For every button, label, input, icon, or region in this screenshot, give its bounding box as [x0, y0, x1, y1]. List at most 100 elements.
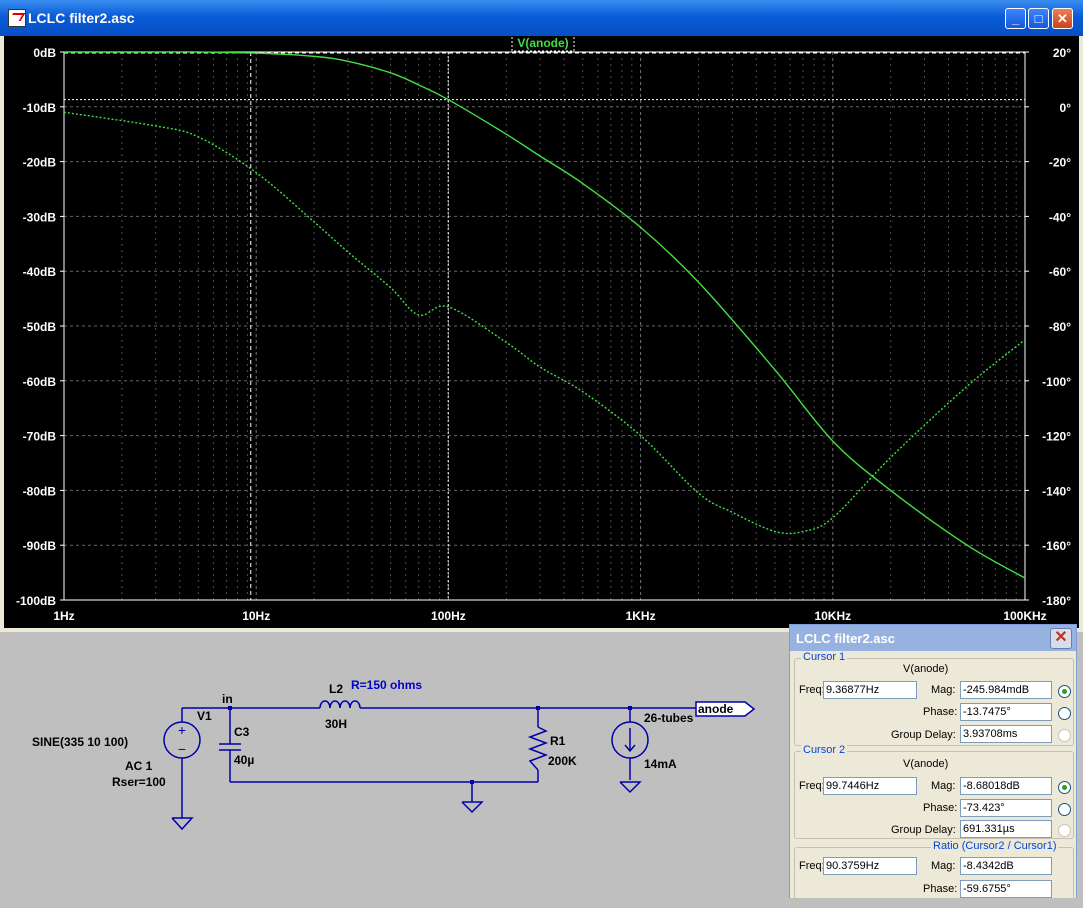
c3-name[interactable]: C3: [234, 725, 250, 739]
cursor2-gd-radio[interactable]: [1058, 824, 1071, 837]
cursor-window: LCLC filter2.asc ✕ Cursor 1 V(anode) Fre…: [789, 624, 1077, 908]
ratio-group-label: Ratio (Cursor2 / Cursor1): [931, 840, 1059, 852]
cursor1-group-label: Cursor 1: [801, 651, 848, 663]
plot-window-titlebar[interactable]: LCLC filter2.asc _ □ ✕: [0, 0, 1083, 36]
cursor1-gd-radio[interactable]: [1058, 729, 1071, 742]
cursor1-mag-radio[interactable]: [1058, 685, 1071, 698]
l2-series-resistance[interactable]: R=150 ohms: [351, 678, 422, 692]
cursor2-gd-field[interactable]: 691.331µs: [960, 820, 1052, 838]
y-tick-label-left: -10dB: [23, 101, 57, 115]
cursor2-group-label: Cursor 2: [801, 744, 848, 756]
y-tick-label-right: -100°: [1042, 375, 1071, 389]
cursor-window-title: LCLC filter2.asc: [796, 631, 895, 646]
magnitude-trace: [63, 51, 1026, 579]
cursor2-mag-field[interactable]: -8.68018dB: [960, 777, 1052, 795]
cursor-window-close-button[interactable]: ✕: [1050, 628, 1072, 649]
y-tick-label-left: -60dB: [23, 375, 57, 389]
cursor2-group: Cursor 2 V(anode) Freq: 99.7446Hz Mag: -…: [794, 744, 1074, 839]
bode-plot-svg[interactable]: 0dB -10dB -20dB -30dB -40dB -50dB -60dB -70dB -8…: [4, 34, 1079, 628]
left-axis-ticks: 0dB -10dB -20dB -30dB -40dB -50dB -60dB -70dB -8…: [16, 46, 64, 608]
ratio-freq-field[interactable]: 90.3759Hz: [823, 857, 917, 875]
y-tick-label-right: -20°: [1049, 156, 1071, 170]
x-tick-label: 100Hz: [431, 609, 466, 623]
window-title: LCLC filter2.asc: [28, 10, 135, 26]
cursor1-gd-field[interactable]: 3.93708ms: [960, 725, 1052, 743]
cursor1-phase-radio[interactable]: [1058, 707, 1071, 720]
y-tick-label-left: -40dB: [23, 265, 57, 279]
inductor-symbol[interactable]: [319, 700, 361, 709]
maximize-button[interactable]: □: [1028, 8, 1049, 29]
ground-icon[interactable]: [619, 781, 642, 794]
cursor2-mag-radio[interactable]: [1058, 781, 1071, 794]
y-tick-label-right: -80°: [1049, 320, 1071, 334]
cursor1-freq-field[interactable]: 9.36877Hz: [823, 681, 917, 699]
y-tick-label-right: -160°: [1042, 539, 1071, 553]
v1-name[interactable]: V1: [197, 709, 212, 723]
node-dot: [536, 706, 540, 710]
ratio-freq-label: Freq:: [799, 860, 825, 872]
y-tick-label-right: 20°: [1053, 46, 1071, 60]
cursor1-mag-label: Mag:: [931, 684, 956, 696]
y-tick-label-left: -20dB: [23, 156, 57, 170]
ground-icon[interactable]: [171, 817, 194, 831]
minus-icon: −: [178, 741, 186, 757]
waveform-icon: [8, 9, 26, 27]
anode-port-label[interactable]: anode: [698, 702, 734, 716]
plot-window: LCLC filter2.asc _ □ ✕ 0dB -10dB -20dB -30d…: [0, 0, 1083, 632]
current-source-value[interactable]: 14mA: [644, 757, 677, 771]
resistor-symbol[interactable]: [527, 726, 549, 771]
x-tick-label: 100KHz: [1003, 609, 1046, 623]
trace-label[interactable]: V(anode): [517, 36, 568, 50]
x-tick-label: 10KHz: [814, 609, 851, 623]
ratio-mag-label: Mag:: [931, 860, 956, 872]
c3-value[interactable]: 40µ: [234, 753, 254, 767]
v1-ac[interactable]: AC 1: [125, 759, 153, 773]
cursor1-mag-field[interactable]: -245.984mdB: [960, 681, 1052, 699]
cursor2-gd-label: Group Delay:: [891, 824, 956, 836]
node-dot: [228, 706, 232, 710]
cursor2-phase-label: Phase:: [923, 802, 958, 814]
y-tick-label-left: -70dB: [23, 430, 57, 444]
cursor-window-titlebar[interactable]: LCLC filter2.asc ✕: [790, 625, 1076, 651]
plot-area[interactable]: 0dB -10dB -20dB -30dB -40dB -50dB -60dB -70dB -8…: [4, 34, 1079, 628]
y-tick-label-right: -60°: [1049, 265, 1071, 279]
minimize-button[interactable]: _: [1005, 8, 1026, 29]
trace-layer: [63, 51, 1026, 579]
ratio-phase-field[interactable]: -59.6755°: [960, 880, 1052, 898]
y-tick-label-left: -30dB: [23, 210, 57, 224]
r1-name[interactable]: R1: [550, 734, 566, 748]
y-tick-label-right: 0°: [1060, 101, 1072, 115]
cursor1-group: Cursor 1 V(anode) Freq: 9.36877Hz Mag: -…: [794, 651, 1074, 746]
y-tick-label-right: -140°: [1042, 484, 1071, 498]
plus-icon: +: [178, 722, 186, 738]
node-in-label[interactable]: in: [222, 692, 233, 706]
grid-lines: [63, 51, 1025, 601]
v1-rser[interactable]: Rser=100: [112, 775, 166, 789]
x-tick-label: 1Hz: [53, 609, 74, 623]
l2-name[interactable]: L2: [329, 682, 343, 696]
r1-value[interactable]: 200K: [548, 754, 577, 768]
x-tick-label: 1KHz: [626, 609, 656, 623]
current-source-name[interactable]: 26-tubes: [644, 711, 694, 725]
cursor2-mag-label: Mag:: [931, 780, 956, 792]
l2-value[interactable]: 30H: [325, 717, 347, 731]
cursor2-freq-label: Freq:: [799, 780, 825, 792]
y-tick-label-left: -90dB: [23, 539, 57, 553]
cursor1-gd-label: Group Delay:: [891, 729, 956, 741]
cursor1-phase-field[interactable]: -13.7475°: [960, 703, 1052, 721]
cursor2-phase-field[interactable]: -73.423°: [960, 799, 1052, 817]
cursor2-freq-field[interactable]: 99.7446Hz: [823, 777, 917, 795]
y-tick-label-left: 0dB: [33, 46, 56, 60]
v1-spec[interactable]: SINE(335 10 100): [32, 735, 128, 749]
cursor2-trace: V(anode): [903, 758, 949, 770]
node-dot: [628, 706, 632, 710]
close-button[interactable]: ✕: [1052, 8, 1073, 29]
right-axis-ticks: 20° 0° -20° -40° -60° -80° -100° -120° -140° -160…: [1025, 46, 1071, 608]
y-tick-label-left: -80dB: [23, 484, 57, 498]
cursor2-phase-radio[interactable]: [1058, 803, 1071, 816]
ground-icon[interactable]: [461, 801, 484, 814]
y-tick-label-left: -50dB: [23, 320, 57, 334]
y-tick-label-right: -180°: [1042, 594, 1071, 608]
ratio-group: Ratio (Cursor2 / Cursor1) Freq: 90.3759H…: [794, 840, 1074, 908]
ratio-mag-field[interactable]: -8.4342dB: [960, 857, 1052, 875]
